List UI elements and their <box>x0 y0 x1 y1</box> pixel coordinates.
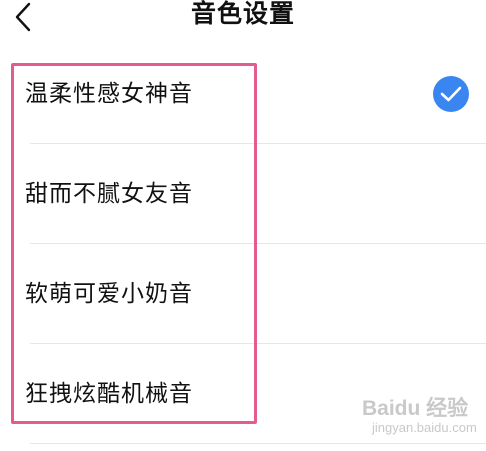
voice-option-cute-baby[interactable]: 软萌可爱小奶音 <box>0 244 486 344</box>
voice-option-sweet-girlfriend[interactable]: 甜而不腻女友音 <box>0 144 486 244</box>
check-circle-icon <box>433 76 469 112</box>
divider <box>30 443 486 444</box>
voice-option-label: 狂拽炫酷机械音 <box>25 381 193 407</box>
voice-option-label: 甜而不腻女友音 <box>25 181 193 207</box>
voice-option-cool-mechanical[interactable]: 狂拽炫酷机械音 <box>0 344 486 444</box>
voice-option-gentle-goddess[interactable]: 温柔性感女神音 <box>0 44 486 144</box>
voice-option-label: 软萌可爱小奶音 <box>25 281 193 307</box>
top-bar: 音色设置 <box>0 0 486 36</box>
page-title: 音色设置 <box>190 0 295 28</box>
voice-option-label: 温柔性感女神音 <box>25 81 193 107</box>
